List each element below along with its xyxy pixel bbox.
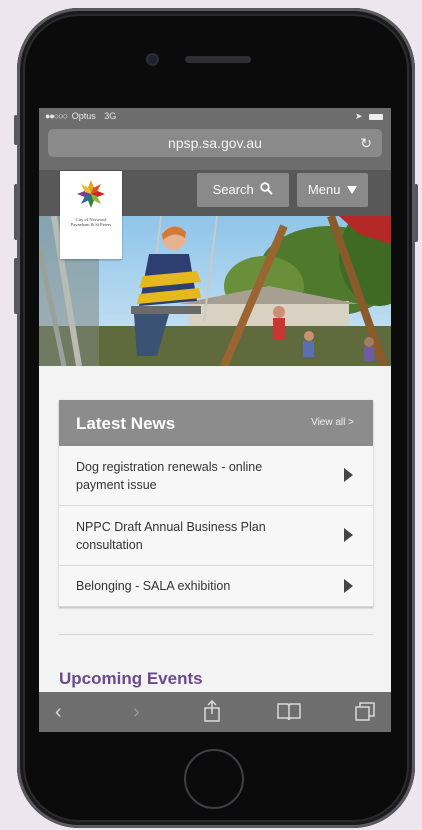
upcoming-events-heading: Upcoming Events <box>59 669 203 688</box>
council-logo[interactable]: City of Norwood Payneham & St Peters <box>60 171 122 259</box>
status-right: ➤ <box>355 111 383 122</box>
logo-star-icon <box>77 180 105 208</box>
latest-news-header: Latest News View all > <box>59 400 373 446</box>
news-item-label: Belonging - SALA exhibition <box>76 579 231 593</box>
page-content: Latest News View all > Dog registration … <box>39 366 391 696</box>
bookmarks-icon[interactable] <box>277 702 301 720</box>
browser-top-bar: ●●○○○ Optus 3G ➤ npsp.sa.gov.au ↻ <box>39 108 391 170</box>
caret-down-icon <box>347 186 358 194</box>
chevron-right-icon <box>344 468 353 482</box>
search-button[interactable]: Search <box>197 173 289 207</box>
news-item-label: Dog registration renewals - online payme… <box>76 460 263 492</box>
back-icon[interactable]: ‹ <box>55 701 62 723</box>
browser-toolbar: ‹ › <box>39 692 391 732</box>
menu-button-label: Menu <box>307 182 341 197</box>
forward-icon[interactable]: › <box>133 701 140 723</box>
home-button[interactable] <box>184 749 244 809</box>
phone-screen: ●●○○○ Optus 3G ➤ npsp.sa.gov.au ↻ City o… <box>39 108 391 732</box>
status-bar: ●●○○○ Optus 3G ➤ <box>45 111 383 125</box>
section-divider <box>59 634 373 635</box>
signal-strength-icon: ●●○○○ <box>45 111 68 121</box>
url-text: npsp.sa.gov.au <box>168 135 262 151</box>
tabs-icon[interactable] <box>355 701 375 721</box>
logo-text: City of Norwood Payneham & St Peters <box>70 217 112 227</box>
battery-icon <box>369 113 383 120</box>
share-icon[interactable] <box>203 700 221 722</box>
earpiece-speaker <box>185 56 251 63</box>
search-icon <box>260 182 274 195</box>
view-all-link[interactable]: View all > <box>311 417 354 428</box>
chevron-right-icon <box>344 579 353 593</box>
address-bar[interactable]: npsp.sa.gov.au ↻ <box>48 129 382 157</box>
menu-button[interactable]: Menu <box>297 173 368 207</box>
location-arrow-icon: ➤ <box>354 111 363 121</box>
chevron-right-icon <box>344 528 353 542</box>
news-item[interactable]: Belonging - SALA exhibition <box>59 566 373 607</box>
carrier-name: Optus <box>71 111 96 121</box>
search-button-label: Search <box>212 182 254 197</box>
network-type: 3G <box>104 111 117 121</box>
front-camera <box>148 55 157 64</box>
latest-news-panel: Latest News View all > Dog registration … <box>59 400 373 607</box>
reload-icon[interactable]: ↻ <box>360 129 372 157</box>
news-item-label: NPPC Draft Annual Business Plan consulta… <box>76 520 266 552</box>
latest-news-title: Latest News <box>76 414 176 433</box>
news-item[interactable]: NPPC Draft Annual Business Plan consulta… <box>59 506 373 566</box>
news-item[interactable]: Dog registration renewals - online payme… <box>59 446 373 506</box>
